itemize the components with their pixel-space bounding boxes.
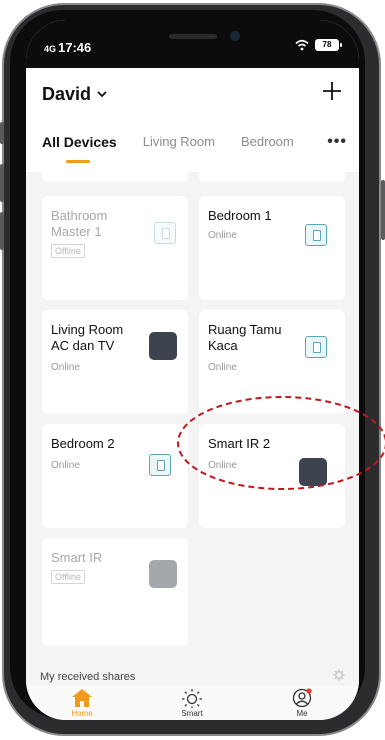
battery-icon: 78 (315, 39, 342, 51)
device-status: Online (208, 230, 237, 241)
device-card-partial[interactable] (42, 172, 188, 182)
tab-me-label: Me (296, 709, 308, 718)
device-name: Smart IR 2 (208, 436, 271, 451)
tab-home[interactable]: Home (52, 688, 112, 718)
tab-all-devices[interactable]: All Devices (42, 134, 117, 164)
camera-icon (230, 31, 240, 41)
device-card-partial[interactable] (199, 172, 345, 182)
status-time: 4G 17:46 (44, 40, 91, 55)
wifi-icon (295, 39, 309, 51)
device-name: Smart IR (51, 550, 103, 565)
volume-up-button (0, 164, 4, 202)
ir-remote-icon (299, 458, 327, 486)
device-card[interactable]: Bedroom 2 Online (42, 424, 188, 528)
device-status: Online (51, 460, 80, 471)
tab-home-label: Home (71, 709, 93, 718)
device-name: Living Room AC dan TV (51, 322, 124, 353)
device-name: Bedroom 2 (51, 436, 115, 451)
device-card[interactable]: Smart IR 2 Online (199, 424, 345, 528)
mute-switch (0, 122, 4, 144)
light-switch-icon (154, 222, 176, 244)
device-card[interactable]: Living Room AC dan TV Online (42, 310, 188, 414)
ir-remote-icon (149, 560, 177, 588)
bottom-tab-bar: Home Smart Me (26, 686, 359, 720)
light-switch-icon (149, 454, 171, 476)
device-card[interactable]: Smart IR Offline (42, 538, 188, 646)
tab-me[interactable]: Me (272, 688, 332, 718)
device-status: Online (208, 460, 237, 471)
device-card[interactable]: Ruang Tamu Kaca Online (199, 310, 345, 414)
more-rooms-button[interactable]: ••• (307, 134, 347, 154)
device-card[interactable]: Bathroom Master 1 Offline (42, 196, 188, 300)
device-status: Online (51, 362, 80, 373)
clock: 17:46 (58, 40, 92, 55)
status-bar: 4G 17:46 78 (26, 20, 359, 68)
device-card[interactable]: Bedroom 1 Online (199, 196, 345, 300)
power-button (381, 180, 385, 240)
device-name: Ruang Tamu Kaca (208, 322, 282, 353)
offline-badge: Offline (51, 570, 85, 584)
offline-badge: Offline (51, 244, 85, 258)
screenshot: 4G 17:46 78 David All Devices Living Roo… (0, 0, 385, 740)
light-switch-icon (305, 224, 327, 246)
device-name: Bathroom Master 1 (51, 208, 108, 239)
app-header: David All Devices Living Room Bedroom Se… (26, 68, 359, 172)
sun-icon (182, 689, 202, 708)
received-shares-label: My received shares (40, 671, 136, 683)
speaker-grille (169, 34, 217, 39)
user-icon (292, 688, 312, 708)
tab-living-room[interactable]: Living Room (143, 134, 215, 164)
home-selector[interactable]: David (42, 84, 107, 105)
volume-down-button (0, 212, 4, 250)
phone-screen: 4G 17:46 78 David All Devices Living Roo… (26, 20, 359, 720)
signal-indicator: 4G (44, 44, 57, 54)
tab-smart-label: Smart (181, 709, 203, 718)
device-status: Online (208, 362, 237, 373)
tab-bedroom[interactable]: Bedroom (241, 134, 294, 164)
chevron-down-icon (97, 91, 107, 98)
home-icon (72, 689, 92, 707)
ir-remote-icon (149, 332, 177, 360)
light-switch-icon (305, 336, 327, 358)
notch (104, 20, 282, 60)
home-name: David (42, 84, 92, 104)
device-name: Bedroom 1 (208, 208, 272, 223)
status-indicators: 78 (295, 39, 342, 51)
gear-icon[interactable] (333, 669, 345, 681)
add-device-button[interactable] (321, 80, 343, 102)
device-grid: Bathroom Master 1 Offline Bedroom 1 Onli… (42, 172, 345, 668)
tab-smart[interactable]: Smart (162, 688, 222, 718)
